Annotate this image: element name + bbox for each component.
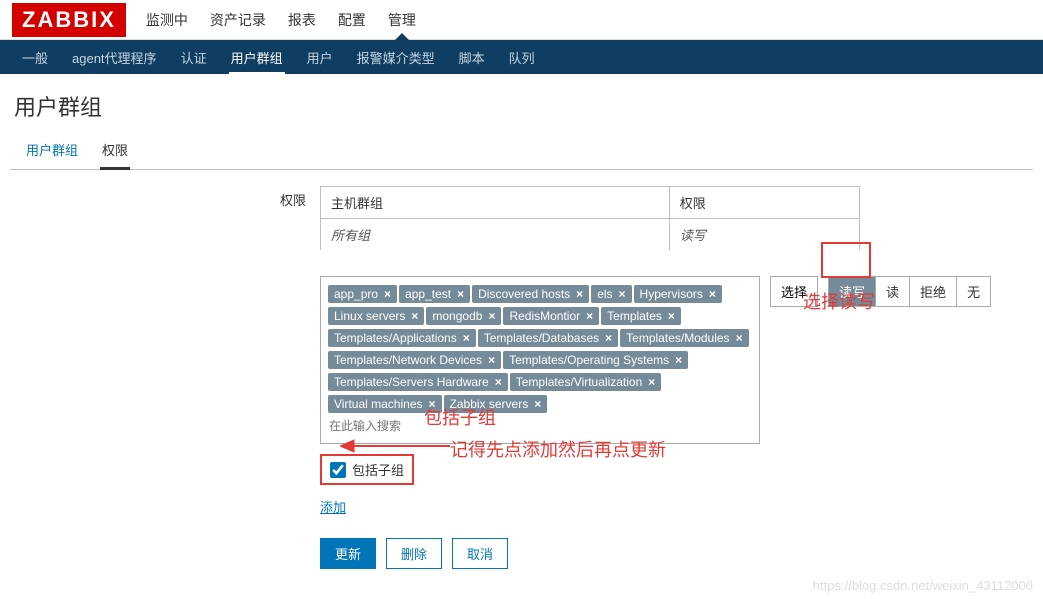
tag-remove-icon[interactable]: × — [668, 309, 675, 323]
subnav-general[interactable]: 一般 — [20, 40, 50, 75]
logo: ZABBIX — [12, 3, 126, 37]
delete-button[interactable]: 删除 — [386, 538, 442, 569]
tab-permissions[interactable]: 权限 — [100, 132, 130, 170]
tab-usergroup[interactable]: 用户群组 — [24, 132, 80, 169]
tag-item[interactable]: mongodb× — [426, 307, 501, 325]
perm-btn-3[interactable]: 无 — [957, 277, 990, 306]
annotation-add-update: 记得先点添加然后再点更新 — [450, 436, 666, 462]
tag-remove-icon[interactable]: × — [605, 331, 612, 345]
tag-remove-icon[interactable]: × — [709, 287, 716, 301]
include-subgroups-row: 包括子组 — [320, 454, 414, 485]
body-allgroups: 所有组 — [321, 219, 670, 250]
sub-nav: 一般 agent代理程序 认证 用户群组 用户 报警媒介类型 脚本 队列 — [0, 40, 1043, 74]
page-title: 用户群组 — [0, 74, 1043, 132]
arrow-icon — [340, 436, 450, 456]
annotation-readwrite: 选择读写 — [803, 288, 875, 314]
tag-remove-icon[interactable]: × — [675, 353, 682, 367]
tag-remove-icon[interactable]: × — [736, 331, 743, 345]
tag-remove-icon[interactable]: × — [619, 287, 626, 301]
tag-item[interactable]: app_test× — [399, 285, 470, 303]
subnav-media[interactable]: 报警媒介类型 — [355, 40, 437, 75]
perm-btn-1[interactable]: 读 — [876, 277, 910, 306]
tag-remove-icon[interactable]: × — [488, 353, 495, 367]
tag-item[interactable]: Templates/Servers Hardware× — [328, 373, 508, 391]
nav-monitor[interactable]: 监测中 — [144, 0, 190, 40]
tag-remove-icon[interactable]: × — [534, 397, 541, 411]
tag-item[interactable]: Templates/Operating Systems× — [503, 351, 688, 369]
tabs: 用户群组 权限 — [10, 132, 1033, 170]
add-link[interactable]: 添加 — [320, 497, 346, 516]
update-button[interactable]: 更新 — [320, 538, 376, 569]
tag-item[interactable]: Templates/Databases× — [478, 329, 618, 347]
nav-config[interactable]: 配置 — [336, 0, 368, 40]
tag-item[interactable]: Templates/Applications× — [328, 329, 476, 347]
tag-item[interactable]: Templates× — [601, 307, 681, 325]
annotation-box-readwrite — [821, 242, 871, 278]
tag-remove-icon[interactable]: × — [463, 331, 470, 345]
subnav-usergroups[interactable]: 用户群组 — [229, 40, 285, 75]
header-perm: 权限 — [670, 187, 859, 218]
nav-inventory[interactable]: 资产记录 — [208, 0, 268, 40]
tag-item[interactable]: app_pro× — [328, 285, 397, 303]
cancel-button[interactable]: 取消 — [452, 538, 508, 569]
tag-item[interactable]: Templates/Virtualization× — [510, 373, 662, 391]
tag-item[interactable]: Discovered hosts× — [472, 285, 589, 303]
tag-item[interactable]: Templates/Network Devices× — [328, 351, 501, 369]
subnav-auth[interactable]: 认证 — [179, 40, 209, 75]
tag-remove-icon[interactable]: × — [411, 309, 418, 323]
watermark: https://blog.csdn.net/weixin_43112000 — [813, 578, 1033, 593]
tag-remove-icon[interactable]: × — [586, 309, 593, 323]
tag-item[interactable]: Hypervisors× — [634, 285, 722, 303]
include-subgroups-checkbox[interactable] — [330, 462, 346, 478]
subnav-users[interactable]: 用户 — [305, 40, 335, 75]
tag-search-input[interactable] — [327, 415, 753, 437]
perm-table: 主机群组 权限 所有组 读写 — [320, 186, 860, 250]
tag-item[interactable]: els× — [591, 285, 631, 303]
tag-remove-icon[interactable]: × — [488, 309, 495, 323]
nav-reports[interactable]: 报表 — [286, 0, 318, 40]
subnav-queue[interactable]: 队列 — [507, 40, 537, 75]
nav-admin[interactable]: 管理 — [386, 0, 418, 40]
tag-item[interactable]: Linux servers× — [328, 307, 424, 325]
include-subgroups-label: 包括子组 — [352, 460, 404, 479]
annotation-include: 包括子组 — [424, 404, 496, 430]
form-label: 权限 — [20, 186, 320, 209]
header-hostgroup: 主机群组 — [321, 187, 670, 218]
subnav-scripts[interactable]: 脚本 — [457, 40, 487, 75]
tag-remove-icon[interactable]: × — [576, 287, 583, 301]
perm-btn-2[interactable]: 拒绝 — [910, 277, 957, 306]
top-nav: ZABBIX 监测中 资产记录 报表 配置 管理 — [0, 0, 1043, 40]
tag-remove-icon[interactable]: × — [495, 375, 502, 389]
tag-remove-icon[interactable]: × — [457, 287, 464, 301]
hostgroup-tag-box[interactable]: app_pro×app_test×Discovered hosts×els×Hy… — [320, 276, 760, 444]
subnav-agent[interactable]: agent代理程序 — [70, 40, 159, 75]
tag-remove-icon[interactable]: × — [384, 287, 391, 301]
tag-remove-icon[interactable]: × — [648, 375, 655, 389]
tag-item[interactable]: Templates/Modules× — [620, 329, 748, 347]
tag-item[interactable]: RedisMontior× — [503, 307, 599, 325]
